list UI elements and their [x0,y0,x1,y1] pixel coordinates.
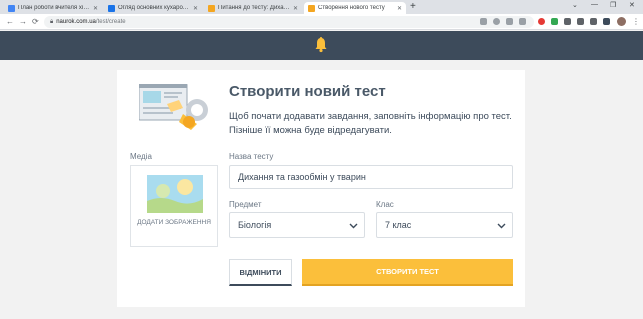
close-tab-icon[interactable]: ✕ [93,5,98,12]
chevron-down-icon [349,223,358,229]
menu-kebab-icon[interactable]: ⋮ [632,17,640,26]
browser-tab-4-active[interactable]: Створення нового тесту ✕ [304,2,406,14]
close-tab-icon[interactable]: ✕ [397,5,402,12]
grade-label: Клас [376,200,394,209]
close-tab-icon[interactable]: ✕ [293,5,298,12]
subject-select[interactable]: Біологія [229,212,365,238]
reading-list-icon[interactable] [603,18,610,25]
create-test-button[interactable]: СТВОРИТИ ТЕСТ [302,259,513,286]
url-input[interactable]: 🔒︎ naurok.com.ua /test/create [44,16,534,28]
extension-icon[interactable] [564,18,571,25]
naurok-favicon-icon [308,4,315,12]
tab-search-icon[interactable]: ⌄ [572,1,578,9]
browser-tab-3[interactable]: Питання до тесту: Дихання та га ✕ [204,2,302,14]
bookmark-star-icon[interactable] [519,18,526,25]
bell-icon[interactable] [314,37,328,53]
add-image-label[interactable]: ДОДАТИ ЗОБРАЖЕННЯ [130,218,218,227]
browser-tab-bar: План роботи вчителя хімії, біол ✕ Огляд … [0,0,643,14]
subject-select-value: Біологія [238,220,272,230]
maximize-icon[interactable]: ❐ [610,1,616,9]
lock-icon: 🔒︎ [50,18,54,25]
extension-green-icon[interactable] [551,18,558,25]
chevron-down-icon [497,223,506,229]
new-tab-icon[interactable]: + [410,2,416,12]
minimize-icon[interactable]: — [591,1,598,8]
docs-favicon-icon [8,4,15,12]
browser-address-bar: ← → ⟳ 🔒︎ naurok.com.ua /test/create ⋮ [0,14,643,30]
media-label: Медіа [130,152,152,161]
reload-icon[interactable]: ⟳ [32,17,39,26]
grade-select-value: 7 клас [385,220,412,230]
test-illustration-icon [139,84,208,130]
page-subtitle: Щоб почати додавати завдання, заповніть … [229,111,512,136]
browser-tab-1[interactable]: План роботи вчителя хімії, біол ✕ [4,2,102,14]
naurok-favicon-icon [208,4,215,12]
profile-avatar[interactable] [617,17,626,26]
zoom-icon[interactable] [493,18,500,25]
cancel-button[interactable]: ВІДМІНИТИ [229,259,292,286]
url-path: /test/create [95,19,126,25]
tab-title: Створення нового тесту [318,5,385,11]
close-tab-icon[interactable]: ✕ [193,5,198,12]
close-window-icon[interactable]: ✕ [629,1,635,9]
page-title: Створити новий тест [229,83,386,100]
tab-title: План роботи вчителя хімії, біол [18,5,90,11]
image-placeholder-icon [147,175,203,213]
page-favicon-icon [108,4,115,12]
test-name-input[interactable]: Дихання та газообмін у тварин [229,165,513,189]
tab-title: Огляд основних кухарологічних [118,5,190,11]
extension-record-icon[interactable] [538,18,545,25]
back-icon[interactable]: ← [6,17,14,26]
browser-tab-2[interactable]: Огляд основних кухарологічних ✕ [104,2,202,14]
share-icon[interactable] [506,18,513,25]
grade-select[interactable]: 7 клас [376,212,513,238]
install-app-icon[interactable] [480,18,487,25]
forward-icon[interactable]: → [19,17,27,26]
url-host: naurok.com.ua [56,19,96,25]
tab-title: Питання до тесту: Дихання та га [218,5,290,11]
subject-label: Предмет [229,200,262,209]
sidebar-icon[interactable] [590,18,597,25]
test-name-label: Назва тесту [229,152,274,161]
extensions-puzzle-icon[interactable] [577,18,584,25]
